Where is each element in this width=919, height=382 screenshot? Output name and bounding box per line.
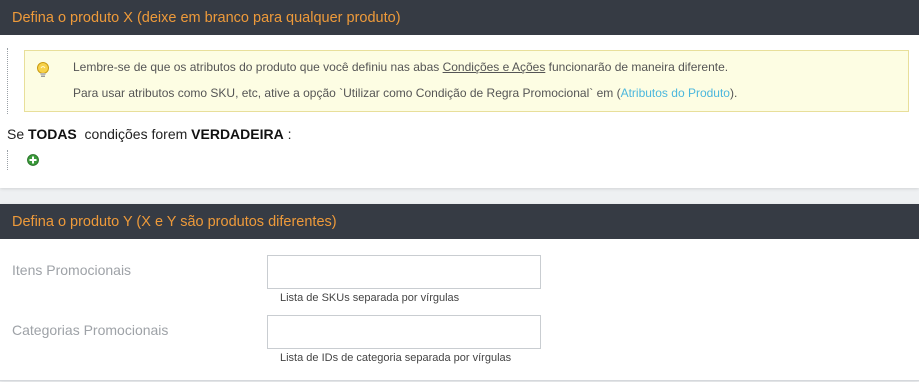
add-condition-icon[interactable] [27,153,39,171]
notice-line-1: Lembre-se de que os atributos do produto… [73,60,728,74]
value-selector[interactable]: VERDADEIRA [191,126,284,142]
promo-items-input[interactable] [267,255,541,289]
rule-middle: condições forem [76,126,192,142]
section-x-title: Defina o produto X (deixe em branco para… [12,9,401,26]
tree-guide-line-2 [7,150,8,170]
rule-condition-line: Se TODAS condições forem VERDADEIRA : [7,126,292,142]
section-product-x: Defina o produto X (deixe em branco para… [0,0,919,188]
aggregator-selector[interactable]: TODAS [28,126,77,142]
section-y-header[interactable]: Defina o produto Y (X e Y são produtos d… [0,204,919,239]
notice-line-2: Para usar atributos como SKU, etc, ative… [73,86,737,100]
conditions-actions-link[interactable]: Condições e Ações [443,60,546,74]
notice-line-1-text: Lembre-se de que os atributos do produto… [73,60,443,74]
rule-suffix: : [283,126,292,142]
lightbulb-icon [35,61,51,84]
section-y-title: Defina o produto Y (X e Y são produtos d… [12,213,337,230]
product-attributes-link[interactable]: Atributos do Produto [621,86,730,100]
promo-items-hint: Lista de SKUs separada por vírgulas [280,292,460,304]
bottom-divider [0,380,919,381]
notice-line-1-suffix: funcionarão de maneira diferente. [545,60,729,74]
tree-guide-line [7,48,8,114]
notice-box: Lembre-se de que os atributos do produto… [24,50,909,112]
promo-categories-label: Categorias Promocionais [12,322,169,338]
promo-items-label: Itens Promocionais [12,262,132,278]
promo-categories-hint: Lista de IDs de categoria separada por v… [280,352,512,364]
notice-line-2-suffix: ). [729,86,738,100]
promo-categories-input[interactable] [267,315,541,349]
rule-prefix: Se [7,126,29,142]
notice-line-2-text: Para usar atributos como SKU, etc, ative… [73,86,621,100]
section-x-header[interactable]: Defina o produto X (deixe em branco para… [0,0,919,35]
section-product-y: Defina o produto Y (X e Y são produtos d… [0,204,919,380]
